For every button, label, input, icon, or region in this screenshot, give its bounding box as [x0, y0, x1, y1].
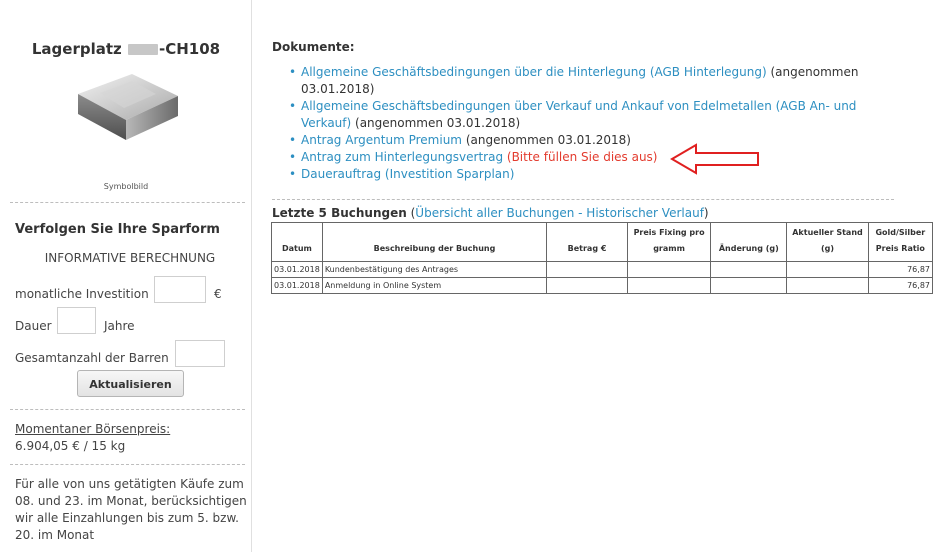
cell-beschreibung: Kundenbestätigung des Antrages: [321, 261, 548, 278]
cell-aktueller-stand: [786, 277, 869, 294]
monthly-investment-input[interactable]: [154, 276, 206, 303]
doc-link-argentum-premium[interactable]: Antrag Argentum Premium: [301, 133, 462, 147]
document-item: Dauerauftrag (Investition Sparplan): [285, 166, 895, 183]
col-preis-fixing: Preis Fixing pro gramm: [626, 222, 712, 262]
bars-count-input[interactable]: [175, 340, 225, 367]
cell-betrag: [546, 277, 628, 294]
divider: [10, 409, 245, 410]
cell-betrag: [546, 261, 628, 278]
col-betrag: Betrag €: [546, 222, 628, 262]
table-row: 03.01.2018 Kundenbestätigung des Antrage…: [271, 261, 934, 278]
col-aenderung: Änderung (g): [710, 222, 788, 262]
cell-datum: 03.01.2018: [271, 277, 323, 294]
table-row: 03.01.2018 Anmeldung in Online System 76…: [271, 277, 934, 294]
document-item: Antrag zum Hinterlegungsvertrag (Bitte f…: [285, 149, 895, 166]
bookings-table: Datum Beschreibung der Buchung Betrag € …: [271, 222, 934, 294]
redacted-id: [128, 44, 158, 55]
cell-preis-fixing: [626, 261, 712, 278]
col-aktueller-stand: Aktueller Stand (g): [786, 222, 869, 262]
market-price-label: Momentaner Börsenpreis:: [15, 422, 171, 436]
doc-status: (angenommen 03.01.2018): [351, 116, 521, 130]
bookings-paren-close: ): [703, 206, 709, 220]
years-label: Jahre: [104, 319, 135, 333]
market-price-value: 6.904,05 € / 15 kg: [15, 439, 126, 453]
document-item: Antrag Argentum Premium (angenommen 03.0…: [285, 132, 895, 149]
bookings-history-link[interactable]: Übersicht aller Buchungen - Historischer…: [415, 206, 704, 220]
document-item: Allgemeine Geschäftsbedingungen über die…: [285, 64, 895, 98]
image-caption: Symbolbild: [103, 182, 149, 191]
cell-aenderung: [710, 261, 788, 278]
sidebar: Lagerplatz -CH108 Symbolbild Verfolgen S…: [0, 0, 252, 552]
divider: [10, 464, 245, 465]
col-datum: Datum: [271, 222, 323, 262]
savings-heading: Verfolgen Sie Ihre Sparform: [15, 222, 220, 237]
doc-link-hinterlegungsvertrag[interactable]: Antrag zum Hinterlegungsvertrag: [301, 150, 503, 164]
storage-title-suffix: -CH108: [159, 40, 221, 58]
doc-status: (angenommen 03.01.2018): [462, 133, 631, 147]
storage-title: Lagerplatz -CH108: [0, 40, 252, 58]
cell-datum: 03.01.2018: [271, 261, 323, 278]
red-arrow-icon: [670, 143, 759, 175]
silver-bar-image: [78, 74, 178, 140]
bookings-title: Letzte 5 Buchungen: [272, 206, 407, 220]
col-ratio: Gold/Silber Preis Ratio: [867, 222, 934, 262]
duration-input[interactable]: [57, 307, 96, 334]
document-item: Allgemeine Geschäftsbedingungen über Ver…: [285, 98, 895, 132]
cell-ratio: 76,87: [867, 277, 934, 294]
cell-aktueller-stand: [786, 261, 869, 278]
divider: [272, 199, 894, 200]
bookings-heading: Letzte 5 Buchungen (Übersicht aller Buch…: [272, 206, 709, 220]
documents-heading: Dokumente:: [272, 40, 355, 54]
cell-preis-fixing: [626, 277, 712, 294]
doc-link-dauerauftrag[interactable]: Dauerauftrag (Investition Sparplan): [301, 167, 514, 181]
info-label: INFORMATIVE BERECHNUNG: [44, 251, 216, 265]
doc-link-agb-hinterlegung[interactable]: Allgemeine Geschäftsbedingungen über die…: [301, 65, 767, 79]
storage-title-prefix: Lagerplatz: [31, 40, 127, 58]
cell-aenderung: [710, 277, 788, 294]
duration-label: Dauer: [15, 319, 52, 333]
doc-status-action-required: (Bitte füllen Sie dies aus): [503, 150, 658, 164]
currency-label: €: [214, 287, 222, 301]
cell-ratio: 76,87: [867, 261, 934, 278]
bars-count-label: Gesamtanzahl der Barren: [15, 351, 169, 365]
cell-beschreibung: Anmeldung in Online System: [321, 277, 548, 294]
divider: [10, 202, 245, 203]
documents-list: Allgemeine Geschäftsbedingungen über die…: [285, 64, 895, 183]
col-beschreibung: Beschreibung der Buchung: [321, 222, 548, 262]
deposit-note: Für alle von uns getätigten Käufe zum 08…: [15, 477, 247, 542]
monthly-investment-label: monatliche Investition: [15, 287, 149, 301]
update-button[interactable]: Aktualisieren: [77, 370, 184, 397]
